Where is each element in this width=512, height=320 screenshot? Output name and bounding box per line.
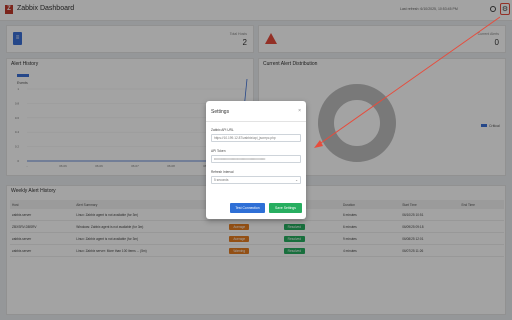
annotation-arrow-line: [317, 16, 501, 146]
annotation-arrow-head: [314, 140, 323, 148]
annotation-arrow: [314, 16, 501, 148]
